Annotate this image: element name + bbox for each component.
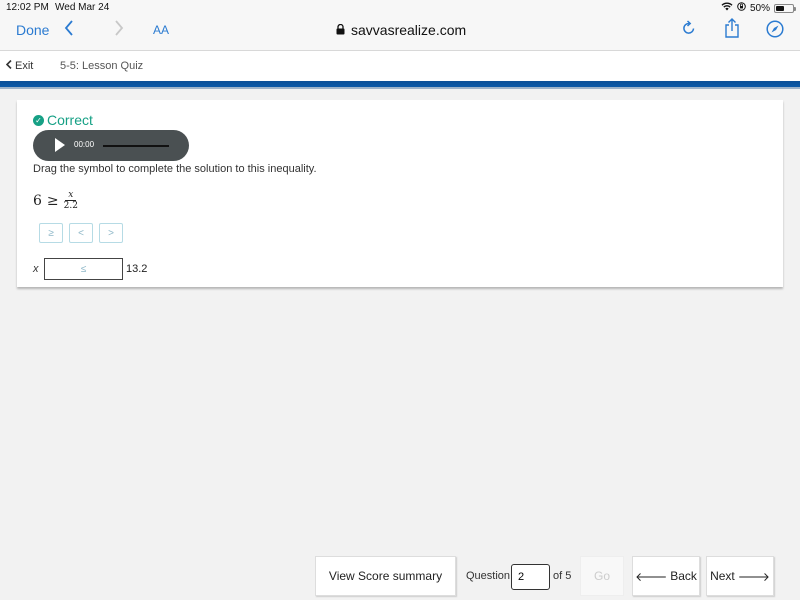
lock-icon: [336, 22, 345, 38]
status-date: Wed Mar 24: [55, 2, 110, 13]
url-text: savvasrealize.com: [351, 22, 467, 38]
done-button[interactable]: Done: [16, 22, 49, 38]
play-icon[interactable]: [55, 138, 65, 152]
equation-lhs: 6: [33, 192, 42, 209]
address-bar[interactable]: savvasrealize.com: [336, 22, 466, 38]
battery-percent: 50%: [749, 2, 770, 14]
back-button[interactable]: 🡐 Back: [632, 556, 700, 596]
reload-icon[interactable]: [682, 20, 696, 40]
quiz-footer: View Score summary Question of 5 Go 🡐 Ba…: [0, 556, 800, 600]
symbol-drop-zone[interactable]: ≤: [44, 258, 123, 280]
correct-status: ✓ Correct: [33, 112, 93, 128]
fraction-numerator: x: [65, 190, 77, 201]
next-button[interactable]: Next 🡒: [706, 556, 774, 596]
answer-value: 13.2: [126, 263, 148, 275]
lesson-title: 5-5: Lesson Quiz: [60, 60, 144, 72]
chevron-left-icon: [5, 59, 12, 72]
answer-row: x ≤ 13.2: [33, 258, 147, 280]
view-score-summary-button[interactable]: View Score summary: [315, 556, 456, 596]
exit-label: Exit: [15, 60, 34, 72]
back-chevron-icon[interactable]: [64, 20, 74, 40]
arrow-right-icon: 🡒: [737, 569, 770, 584]
question-card: ✓ Correct 00:00 Drag the symbol to compl…: [17, 100, 783, 287]
audio-time: 00:00: [74, 140, 95, 149]
text-size-button[interactable]: AA: [153, 23, 169, 37]
arrow-left-icon: 🡐: [635, 569, 668, 584]
go-button[interactable]: Go: [580, 556, 624, 596]
forward-chevron-icon[interactable]: [114, 20, 124, 40]
question-label: Question: [466, 570, 511, 582]
browser-chrome: 12:02 PM Wed Mar 24 50% Done AA savvasre…: [0, 0, 800, 51]
share-icon[interactable]: [724, 18, 740, 42]
check-circle-icon: ✓: [33, 114, 44, 126]
next-label: Next: [710, 569, 735, 583]
equation-operator: ≥: [46, 192, 59, 209]
header-divider-bar: [0, 81, 800, 89]
compass-icon[interactable]: [766, 20, 784, 42]
question-number-input[interactable]: [511, 564, 550, 590]
audio-player: 00:00: [33, 130, 189, 161]
question-prompt: Drag the symbol to complete the solution…: [33, 163, 317, 175]
answer-variable: x: [33, 263, 39, 275]
orientation-lock-icon: [737, 2, 746, 14]
status-indicators: 50%: [721, 2, 796, 14]
symbol-tile-lt[interactable]: <: [69, 223, 93, 243]
battery-icon: [774, 3, 796, 13]
audio-progress-track[interactable]: [103, 145, 169, 147]
back-label: Back: [670, 569, 697, 583]
symbol-tile-geq[interactable]: ≥: [39, 223, 63, 243]
question-total: of 5: [553, 570, 572, 582]
equation: 6 ≥ x 2.2: [33, 190, 78, 211]
placed-symbol[interactable]: ≤: [81, 264, 87, 275]
symbol-bank: ≥ < >: [39, 223, 123, 243]
symbol-tile-gt[interactable]: >: [99, 223, 123, 243]
exit-button[interactable]: Exit: [5, 59, 34, 72]
wifi-icon: [721, 2, 733, 14]
fraction: x 2.2: [64, 190, 78, 211]
status-time: 12:02 PM: [6, 2, 49, 13]
lesson-header: Exit 5-5: Lesson Quiz: [0, 51, 800, 81]
fraction-denominator: 2.2: [63, 201, 78, 211]
status-label: Correct: [47, 112, 93, 128]
